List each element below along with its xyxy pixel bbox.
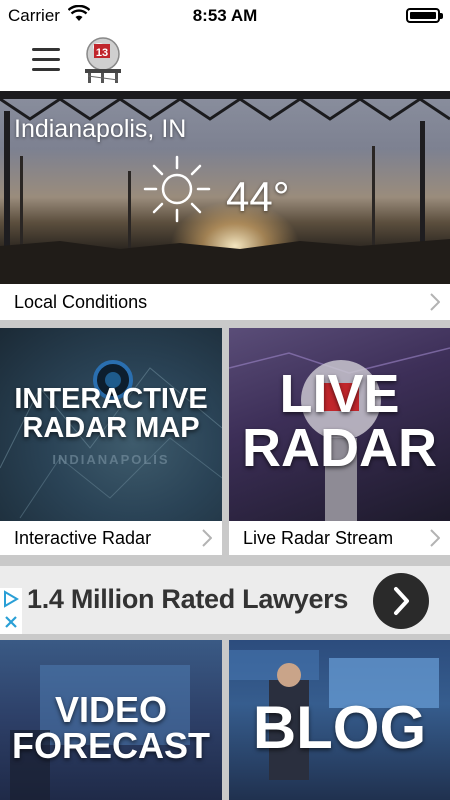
svg-text:13: 13 xyxy=(96,47,108,59)
city-label: Indianapolis, IN xyxy=(14,115,187,143)
battery-icon xyxy=(406,8,443,23)
interactive-radar-row[interactable]: Interactive Radar xyxy=(0,521,222,555)
live-radar-tile[interactable]: LIVE RADAR xyxy=(229,328,450,521)
ad-arrow-button[interactable] xyxy=(373,573,429,629)
sun-icon xyxy=(143,155,211,223)
chevron-right-icon xyxy=(202,529,212,547)
interactive-radar-label: Interactive Radar xyxy=(14,528,152,548)
ad-choices[interactable] xyxy=(0,588,22,634)
blog-title: BLOG xyxy=(252,694,427,761)
local-conditions-row[interactable]: Local Conditions xyxy=(0,284,450,320)
interactive-radar-tile[interactable]: INTERACTIVE RADAR MAP INDIANAPOLIS xyxy=(0,328,222,521)
local-conditions-label: Local Conditions xyxy=(14,292,148,312)
arrow-right-icon xyxy=(394,587,409,615)
live-radar-title: LIVE RADAR xyxy=(242,364,437,478)
ad-choices-icon xyxy=(4,590,19,628)
blog-tile[interactable]: BLOG xyxy=(229,640,450,800)
chevron-right-icon xyxy=(430,529,440,547)
live-radar-row[interactable]: Live Radar Stream xyxy=(229,521,450,555)
live-radar-label: Live Radar Stream xyxy=(243,528,394,548)
map-city-label: INDIANAPOLIS xyxy=(52,452,170,467)
video-forecast-title: VIDEO FORECAST xyxy=(12,689,210,766)
current-conditions-card[interactable]: Indianapolis, IN 44° xyxy=(0,91,450,284)
ad-text: 1.4 Million Rated Lawyers xyxy=(27,584,349,614)
clock: 8:53 AM xyxy=(192,6,258,25)
interactive-radar-title: INTERACTIVE RADAR MAP xyxy=(14,383,208,444)
hamburger-menu-icon[interactable] xyxy=(32,48,60,72)
video-forecast-tile[interactable]: VIDEO FORECAST xyxy=(0,640,222,800)
status-bar: Carrier 8:53 AM xyxy=(0,0,450,30)
nav-bar: 13 xyxy=(0,30,450,91)
ad-banner[interactable]: 1.4 Million Rated Lawyers xyxy=(0,566,450,634)
wthr-13-logo: 13 xyxy=(85,37,121,83)
temperature: 44° xyxy=(226,173,290,220)
chevron-right-icon xyxy=(430,293,440,311)
